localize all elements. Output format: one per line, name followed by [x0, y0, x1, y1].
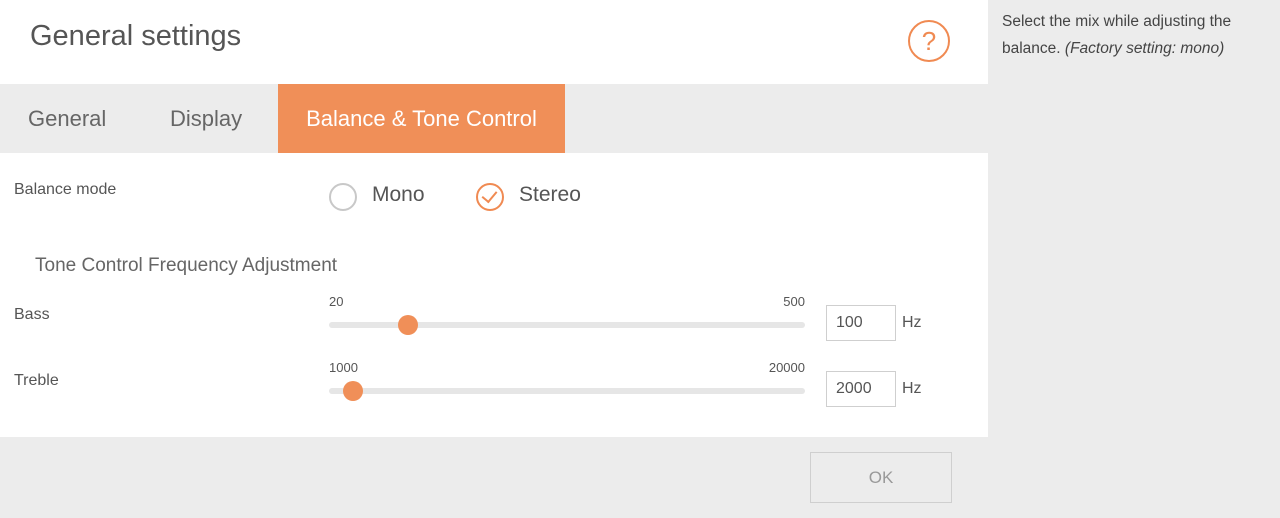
settings-dialog: General settings ? General Display Balan… — [0, 0, 988, 518]
help-icon[interactable]: ? — [908, 20, 950, 62]
factory-setting-note: (Factory setting: mono) — [1064, 40, 1225, 57]
treble-label: Treble — [14, 372, 59, 389]
help-text: Select the mix while adjusting the balan… — [1002, 8, 1264, 62]
treble-unit-label: Hz — [902, 380, 922, 397]
ok-button[interactable]: OK — [810, 452, 952, 503]
tab-balance-tone-control[interactable]: Balance & Tone Control — [278, 84, 565, 153]
treble-min-label: 1000 — [329, 360, 358, 375]
treble-max-label: 20000 — [768, 360, 805, 375]
tone-control-heading: Tone Control Frequency Adjustment — [35, 255, 338, 276]
treble-slider[interactable] — [329, 381, 805, 401]
stereo-radio[interactable] — [476, 183, 504, 211]
treble-value-field[interactable] — [826, 371, 896, 407]
tab-display[interactable]: Display — [170, 84, 242, 153]
bass-min-label: 20 — [329, 294, 344, 309]
bass-label: Bass — [14, 306, 50, 323]
checkmark-icon — [481, 186, 498, 204]
balance-mode-label: Balance mode — [14, 181, 117, 198]
settings-panel: Balance mode Mono Stereo Tone Control Fr… — [0, 153, 988, 437]
help-pane: Select the mix while adjusting the balan… — [988, 0, 1280, 518]
treble-slider-thumb[interactable] — [342, 381, 363, 401]
bass-value-field[interactable] — [826, 305, 896, 341]
page-title: General settings — [30, 20, 242, 52]
dialog-header: General settings ? — [0, 0, 988, 84]
settings-screen: General settings ? General Display Balan… — [0, 0, 1280, 518]
bass-unit-label: Hz — [902, 314, 922, 331]
tab-bar: General Display Balance & Tone Control — [0, 84, 988, 153]
tab-general[interactable]: General — [28, 84, 106, 153]
stereo-radio-label[interactable]: Stereo — [519, 183, 581, 207]
bass-slider[interactable] — [329, 315, 805, 335]
bass-slider-thumb[interactable] — [398, 315, 419, 335]
bass-max-label: 500 — [783, 294, 805, 309]
mono-radio[interactable] — [329, 183, 357, 211]
mono-radio-label[interactable]: Mono — [372, 183, 425, 207]
